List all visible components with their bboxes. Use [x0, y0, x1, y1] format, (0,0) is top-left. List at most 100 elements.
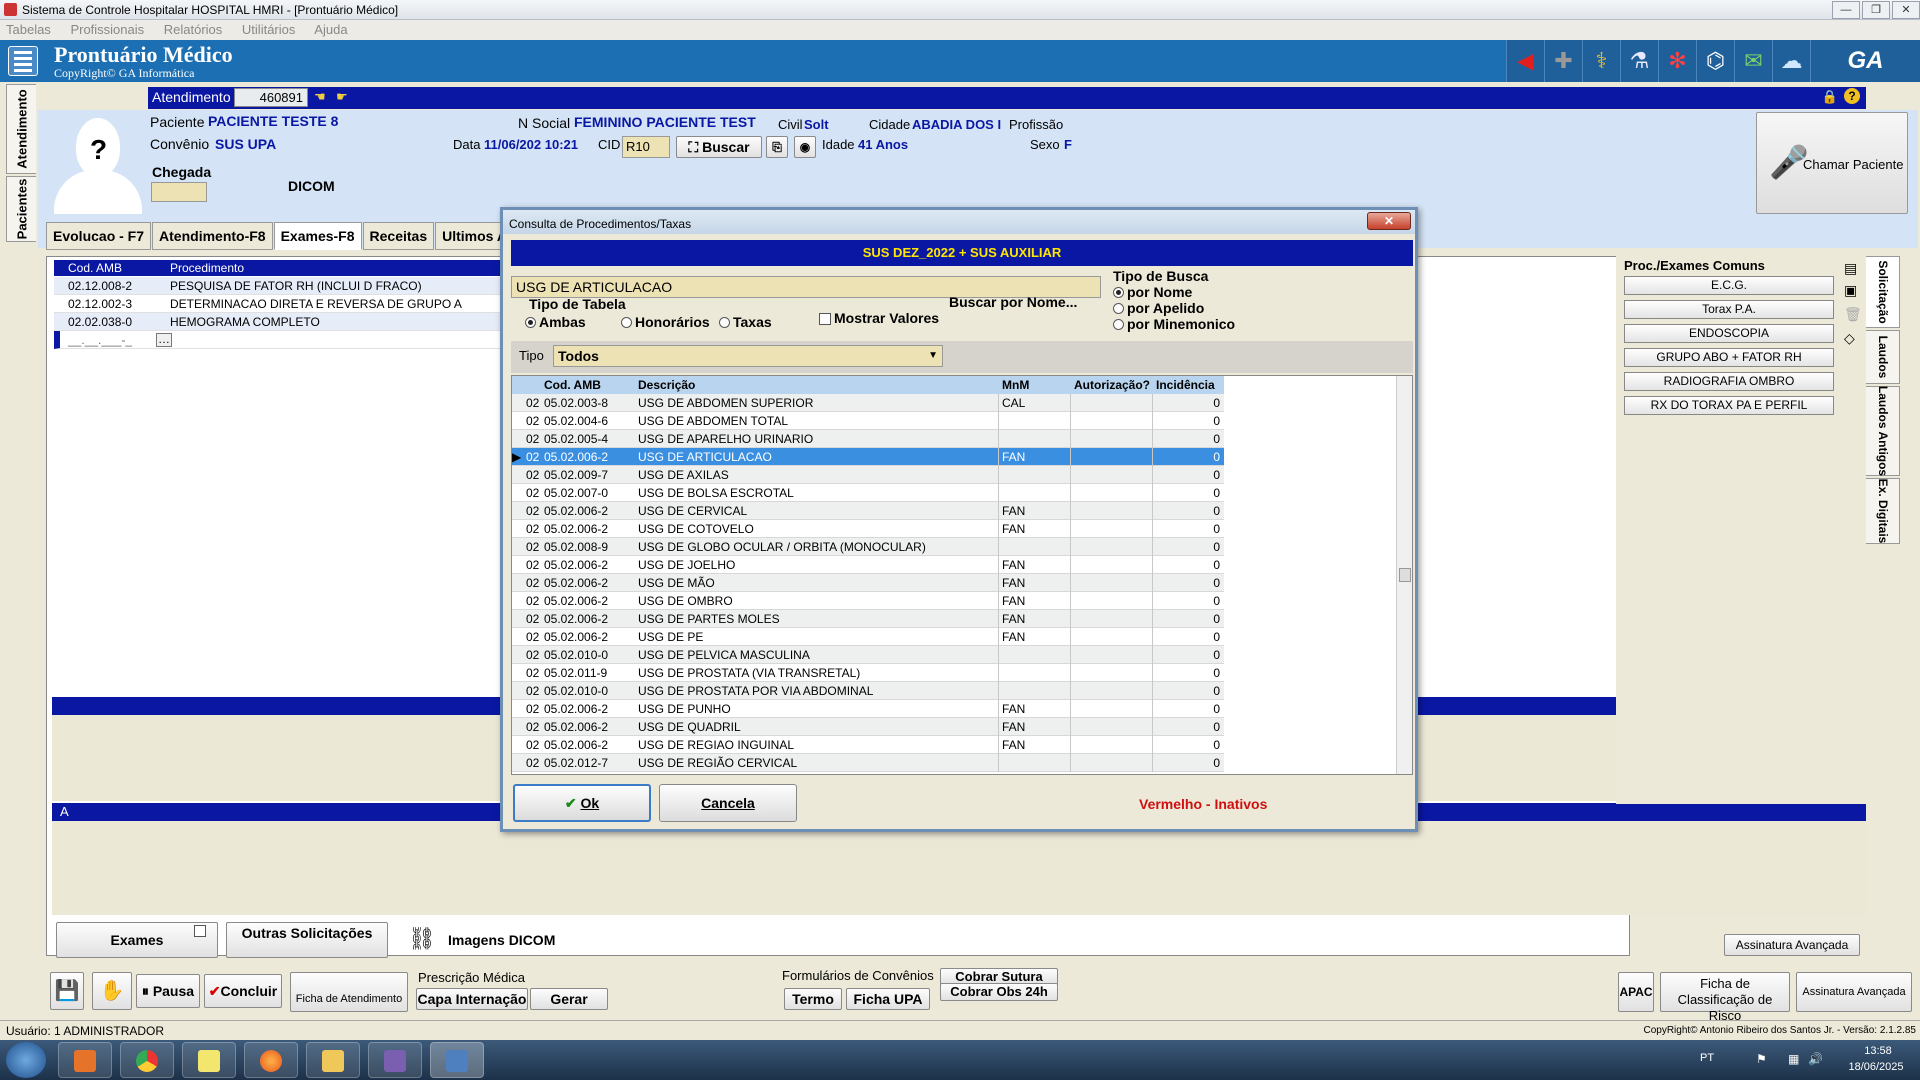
table-row[interactable]: ▶ 02 05.02.006-2 USG DE ARTICULACAO FAN 0 [512, 448, 1224, 466]
proc-item-ecg[interactable]: E.C.G. [1624, 276, 1834, 295]
pausa-button[interactable]: ⏸ Pausa [136, 974, 200, 1008]
table-row[interactable]: 02.12.008-2 PESQUISA DE FATOR RH (INCLUI… [54, 277, 502, 295]
table-row[interactable]: 02 05.02.006-2 USG DE PUNHO FAN 0 [512, 700, 1224, 718]
language-indicator[interactable]: PT [1700, 1052, 1714, 1064]
assinatura-avancada-toolbar-button[interactable]: Assinatura Avançada [1796, 972, 1912, 1012]
back-arrow-icon[interactable]: ◀ [1506, 40, 1544, 82]
exames-checkbox[interactable] [194, 925, 206, 937]
proc-item-rx-torax[interactable]: RX DO TORAX PA E PERFIL [1624, 396, 1834, 415]
gerar-button[interactable]: Gerar [530, 988, 608, 1010]
radio-ambas[interactable]: Ambas [525, 314, 586, 330]
dialog-close-button[interactable]: ✕ [1367, 212, 1411, 230]
table-row[interactable]: 02.12.002-3 DETERMINACAO DIRETA E REVERS… [54, 295, 502, 313]
radio-honorarios[interactable]: Honorários [621, 314, 710, 330]
table-row[interactable]: 02 05.02.012-7 USG DE REGIÃO CERVICAL 0 [512, 754, 1224, 772]
clock-date[interactable]: 18/06/2025 [1836, 1061, 1916, 1073]
restore-button[interactable]: ❐ [1862, 1, 1890, 19]
ellipsis-button[interactable]: … [156, 333, 172, 347]
menu-ajuda[interactable]: Ajuda [314, 22, 347, 37]
list-icon[interactable]: ▣ [1844, 282, 1857, 299]
capa-internacao-button[interactable]: Capa Internação [416, 988, 528, 1010]
cancel-button[interactable]: Cancela [659, 784, 797, 822]
table-row[interactable]: 02 05.02.006-2 USG DE PE FAN 0 [512, 628, 1224, 646]
clock-time[interactable]: 13:58 [1850, 1045, 1906, 1057]
chamar-paciente-button[interactable]: 🎤 Chamar Paciente [1756, 112, 1908, 214]
radio-taxas[interactable]: Taxas [719, 314, 772, 330]
network-icon[interactable]: ▦ [1788, 1052, 1799, 1066]
record-icon[interactable]: ◉ [794, 136, 816, 158]
right-tab-solicitacao[interactable]: Solicitação [1866, 256, 1900, 328]
save-icon[interactable]: 💾 [50, 972, 84, 1010]
table-row[interactable]: 02 05.02.008-9 USG DE GLOBO OCULAR / ORBIT… [512, 538, 1224, 556]
radio-por-minemonico[interactable]: por Minemonico [1113, 316, 1235, 332]
dicom-images-icon[interactable]: ⛓ [408, 926, 436, 952]
menu-utilitarios[interactable]: Utilitários [242, 22, 295, 37]
media-player-icon[interactable] [58, 1042, 112, 1078]
scroll-thumb[interactable] [1399, 568, 1411, 582]
table-row[interactable]: 02 05.02.006-2 USG DE REGIAO INGUINAL FAN 0 [512, 736, 1224, 754]
radio-por-nome[interactable]: por Nome [1113, 284, 1192, 300]
mostrar-valores-checkbox[interactable]: Mostrar Valores [819, 310, 939, 326]
minimize-button[interactable]: — [1832, 1, 1860, 19]
hospital-app-active-icon[interactable] [430, 1042, 484, 1078]
copy-icon[interactable]: ⎘ [766, 136, 788, 158]
proc-item-grupo-abo[interactable]: GRUPO ABO + FATOR RH [1624, 348, 1834, 367]
side-tab-pacientes[interactable]: Pacientes [6, 176, 36, 242]
tipo-select[interactable]: Todos ▼ [553, 345, 943, 367]
table-row[interactable]: 02.02.038-0 HEMOGRAMA COMPLETO [54, 313, 502, 331]
arrow-right-icon[interactable]: ☛ [336, 89, 348, 105]
file-explorer-icon[interactable] [306, 1042, 360, 1078]
ficha-classificacao-button[interactable]: Ficha de Classificação de Risco [1660, 972, 1790, 1023]
close-button[interactable]: ✕ [1892, 1, 1920, 19]
proc-item-torax[interactable]: Torax P.A. [1624, 300, 1834, 319]
ficha-upa-button[interactable]: Ficha UPA [846, 988, 930, 1010]
ok-button[interactable]: ✔ Ok [513, 784, 651, 822]
table-row[interactable]: 02 05.02.006-2 USG DE QUADRIL FAN 0 [512, 718, 1224, 736]
hospital-app-icon[interactable] [368, 1042, 422, 1078]
table-row[interactable]: 02 05.02.004-6 USG DE ABDOMEN TOTAL 0 [512, 412, 1224, 430]
tab-evolucao[interactable]: Evolucao - F7 [46, 222, 152, 250]
eraser-icon[interactable]: ◇ [1844, 330, 1855, 347]
assinatura-avancada-button[interactable]: Assinatura Avançada [1724, 934, 1860, 956]
start-button-icon[interactable] [6, 1042, 46, 1078]
flag-icon[interactable]: ⚑ [1756, 1052, 1767, 1066]
tab-receitas[interactable]: Receitas [362, 222, 435, 250]
sticky-notes-icon[interactable] [182, 1042, 236, 1078]
tab-exames[interactable]: Exames-F8 [273, 222, 362, 250]
table-row[interactable]: 02 05.02.003-8 USG DE ABDOMEN SUPERIOR CAL 0 [512, 394, 1224, 412]
chrome-icon[interactable] [120, 1042, 174, 1078]
right-tab-ex-digitais[interactable]: Ex. Digitais [1866, 478, 1900, 544]
table-row[interactable]: 02 05.02.006-2 USG DE JOELHO FAN 0 [512, 556, 1224, 574]
apac-button[interactable]: APAC [1618, 972, 1654, 1012]
lock-icon[interactable]: 🔒 [1822, 89, 1838, 105]
proc-item-endoscopia[interactable]: ENDOSCOPIA [1624, 324, 1834, 343]
cid-input[interactable]: R10 [622, 136, 670, 158]
table-row-new[interactable]: __.__.___-_ … [54, 331, 502, 349]
table-row[interactable]: 02 05.02.010-0 USG DE PROSTATA POR VIA ABD… [512, 682, 1224, 700]
side-tab-atendimento[interactable]: Atendimento [6, 84, 36, 174]
right-tab-laudos-antigos[interactable]: Laudos Antigos [1866, 386, 1900, 476]
termo-button[interactable]: Termo [784, 988, 842, 1010]
table-row[interactable]: 02 05.02.009-7 USG DE AXILAS 0 [512, 466, 1224, 484]
document-icon[interactable]: ▤ [1844, 260, 1857, 277]
table-row[interactable]: 02 05.02.006-2 USG DE CERVICAL FAN 0 [512, 502, 1224, 520]
outras-solicitacoes-button[interactable]: Outras Solicitações [226, 922, 388, 958]
chegada-input[interactable] [151, 182, 207, 202]
grid-scrollbar[interactable] [1396, 376, 1412, 774]
table-row[interactable]: 02 05.02.006-2 USG DE MÃO FAN 0 [512, 574, 1224, 592]
arrow-left-icon[interactable]: ☚ [314, 89, 326, 105]
exames-button[interactable]: Exames [56, 922, 218, 958]
menu-relatorios[interactable]: Relatórios [164, 22, 223, 37]
caduceus-icon[interactable]: ⚕ [1582, 40, 1620, 82]
right-tab-laudos[interactable]: Laudos [1866, 330, 1900, 384]
table-row[interactable]: 02 05.02.010-0 USG DE PELVICA MASCULINA 0 [512, 646, 1224, 664]
cobrar-obs-button[interactable]: Cobrar Obs 24h [940, 983, 1058, 1001]
molecule-icon[interactable]: ✻ [1658, 40, 1696, 82]
table-row[interactable]: 02 05.02.005-4 USG DE APARELHO URINARIO 0 [512, 430, 1224, 448]
stop-hand-icon[interactable]: ✋ [92, 972, 132, 1010]
ficha-atendimento-button[interactable]: Ficha de Atendimento [290, 972, 408, 1012]
menu-tabelas[interactable]: Tabelas [6, 22, 51, 37]
table-row[interactable]: 02 05.02.011-9 USG DE PROSTATA (VIA TRANSR… [512, 664, 1224, 682]
menu-profissionais[interactable]: Profissionais [70, 22, 144, 37]
plus-icon[interactable]: ✚ [1544, 40, 1582, 82]
